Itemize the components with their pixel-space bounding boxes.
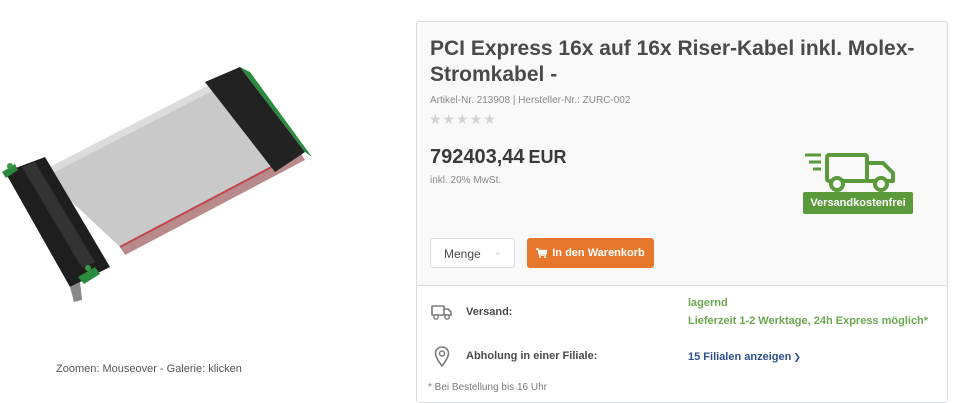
- product-info-panel: PCI Express 16x auf 16x Riser-Kabel inkl…: [416, 21, 948, 403]
- show-stores-link[interactable]: 15 Filialen anzeigen ❯: [688, 351, 801, 363]
- pickup-label: Abholung in einer Filiale:: [466, 350, 598, 362]
- truck-icon: [805, 153, 895, 192]
- price-currency: EUR: [528, 147, 567, 167]
- quantity-label: Menge: [444, 247, 481, 261]
- product-gallery[interactable]: Zoomen: Mouseover - Galerie: klicken: [0, 0, 400, 403]
- shipping-label: Versand:: [466, 306, 513, 318]
- product-price: 792403,44 EUR: [430, 146, 567, 169]
- product-image[interactable]: [0, 62, 330, 312]
- chevron-down-icon: ❯: [793, 352, 801, 362]
- truck-icon: [431, 305, 452, 320]
- chevron-down-icon: ⌄: [493, 247, 502, 258]
- cart-icon: [536, 248, 549, 258]
- location-pin-icon: [434, 346, 450, 368]
- product-page: Zoomen: Mouseover - Galerie: klicken PCI…: [0, 0, 976, 403]
- delivery-info: Versand: lagernd Lieferzeit 1-2 Werktage…: [417, 286, 947, 402]
- add-to-cart-button[interactable]: In den Warenkorb: [527, 238, 654, 268]
- show-stores-label: 15 Filialen anzeigen: [688, 351, 792, 363]
- free-shipping-badge: Versandkostenfrei: [803, 149, 915, 215]
- delivery-time: Lieferzeit 1-2 Werktage, 24h Express mög…: [688, 315, 929, 327]
- price-value: 792403,44: [430, 146, 525, 168]
- rating-stars[interactable]: ★★★★★: [429, 111, 497, 128]
- quantity-select[interactable]: Menge ⌄: [430, 238, 515, 268]
- free-shipping-label: Versandkostenfrei: [803, 192, 913, 214]
- product-meta: Artikel-Nr. 213908 | Hersteller-Nr.: ZUR…: [430, 95, 631, 106]
- product-title: PCI Express 16x auf 16x Riser-Kabel inkl…: [430, 37, 915, 86]
- stock-status: lagernd: [688, 297, 728, 309]
- order-footnote: * Bei Bestellung bis 16 Uhr: [428, 382, 547, 393]
- zoom-hint: Zoomen: Mouseover - Galerie: klicken: [56, 363, 242, 375]
- tax-note: inkl. 20% MwSt.: [430, 175, 502, 186]
- add-to-cart-label: In den Warenkorb: [552, 247, 645, 259]
